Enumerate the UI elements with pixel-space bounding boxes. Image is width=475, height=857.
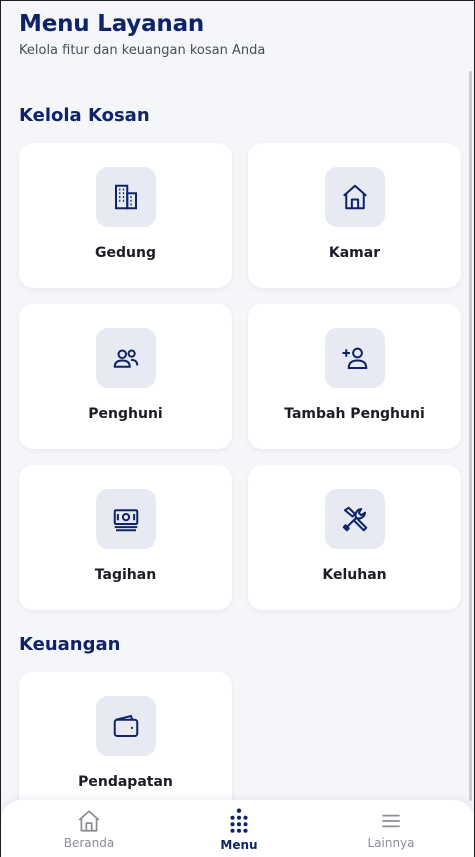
card-label: Tagihan [94,567,157,583]
home-icon [342,184,367,210]
nav-item-beranda[interactable]: Beranda [29,800,149,857]
scrollbar[interactable] [469,71,472,801]
card-label: Penghuni [88,406,163,422]
kelola-kosan-grid: Gedung Kamar Penghuni Tambah Penghuni Ta… [19,143,461,610]
home-icon [78,810,100,832]
tools-icon [342,506,367,532]
section-title-kelola-kosan: Kelola Kosan [19,105,150,126]
page-subtitle: Kelola fitur dan keuangan kosan Anda [19,43,266,58]
banknote-icon [113,509,138,532]
page-title: Menu Layanan [19,11,205,37]
keuangan-grid: Pendapatan [19,672,461,817]
nav-label-lainnya: Lainnya [367,836,415,850]
menu-card-penghuni[interactable]: Penghuni [19,304,232,449]
card-label: Keluhan [322,567,387,583]
menu-card-keluhan[interactable]: Keluhan [248,465,461,610]
icon-box [324,167,385,227]
icon-box [95,328,156,388]
page-header: Menu Layanan Kelola fitur dan keuangan k… [19,11,265,58]
icon-box [324,328,385,388]
wallet-icon [113,715,138,737]
dot-grid-icon [230,808,248,833]
card-label: Gedung [95,245,156,261]
card-label: Tambah Penghuni [284,406,425,422]
card-label: Kamar [328,245,381,261]
icon-box [95,489,156,549]
nav-item-lainnya[interactable]: Lainnya [331,800,451,857]
building-icon [114,184,137,210]
menu-card-tagihan[interactable]: Tagihan [19,465,232,610]
menu-card-gedung[interactable]: Gedung [19,143,232,288]
menu-card-kamar[interactable]: Kamar [248,143,461,288]
user-plus-icon [342,347,367,369]
menu-card-pendapatan[interactable]: Pendapatan [19,672,232,817]
menu-card-tambah-penghuni[interactable]: Tambah Penghuni [248,304,461,449]
section-title-keuangan: Keuangan [19,634,121,655]
nav-label-beranda: Beranda [63,836,115,850]
nav-label-menu: Menu [220,838,258,852]
icon-box [95,696,156,756]
hamburger-icon [382,814,400,828]
card-label: Pendapatan [78,774,173,790]
icon-box [95,167,156,227]
nav-item-menu[interactable]: Menu [179,800,299,857]
icon-box [324,489,385,549]
bottom-nav: Beranda Menu Lainnya [1,800,474,857]
users-icon [113,349,138,368]
